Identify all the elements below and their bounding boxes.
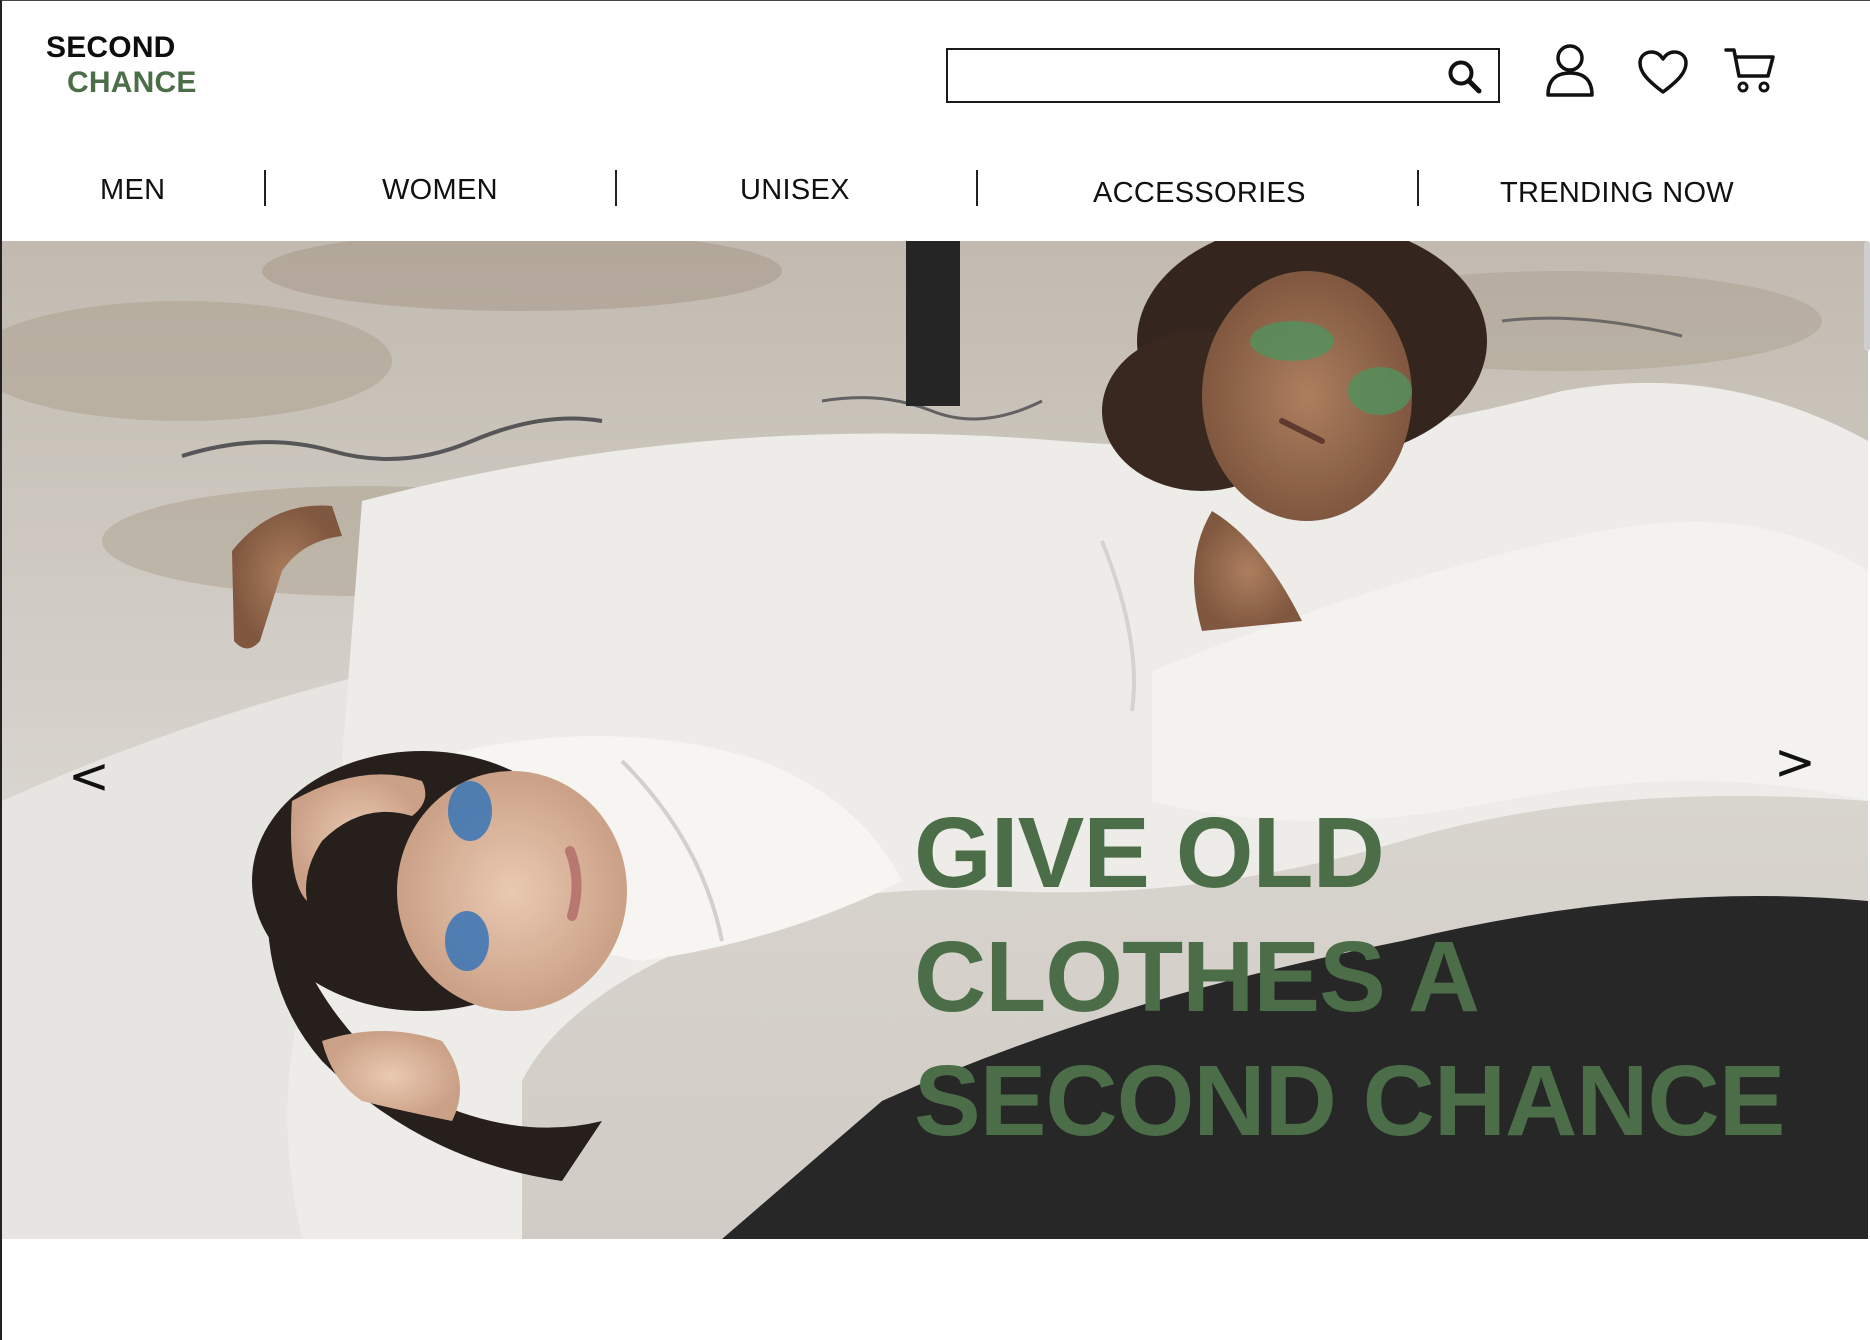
hero-banner: < > GIVE OLD CLOTHES A SECOND CHANCE [2,241,1868,1239]
search-box[interactable] [946,48,1500,103]
nav-divider [615,170,617,206]
nav-divider [976,170,978,206]
carousel-next-button[interactable]: > [1774,737,1816,787]
carousel-prev-button[interactable]: < [68,751,110,801]
nav-item-unisex[interactable]: UNISEX [740,174,850,207]
hero-headline: GIVE OLD CLOTHES A SECOND CHANCE [914,791,1785,1163]
nav-divider [264,170,266,206]
brand-logo-line1: SECOND [46,31,176,64]
nav-item-men[interactable]: MEN [100,174,165,207]
hero-headline-line: GIVE OLD [914,797,1385,909]
search-input[interactable] [948,50,1428,101]
nav-divider [1417,170,1419,206]
brand-logo-line2: CHANCE [67,66,197,99]
cart-icon[interactable] [1724,46,1776,94]
nav-item-trending-now[interactable]: TRENDING NOW [1500,177,1734,210]
main-nav: MEN WOMEN UNISEX ACCESSORIES TRENDING NO… [0,160,1870,220]
hero-headline-line: CLOTHES A [914,921,1480,1033]
account-icon[interactable] [1544,42,1596,98]
hero-headline-line: SECOND CHANCE [914,1045,1785,1157]
nav-item-accessories[interactable]: ACCESSORIES [1093,177,1306,210]
nav-item-women[interactable]: WOMEN [382,174,498,207]
brand-logo[interactable]: SECOND CHANCE [46,30,197,100]
wishlist-heart-icon[interactable] [1637,50,1689,96]
scrollbar-thumb[interactable] [1864,241,1870,351]
search-icon[interactable] [1446,58,1484,96]
